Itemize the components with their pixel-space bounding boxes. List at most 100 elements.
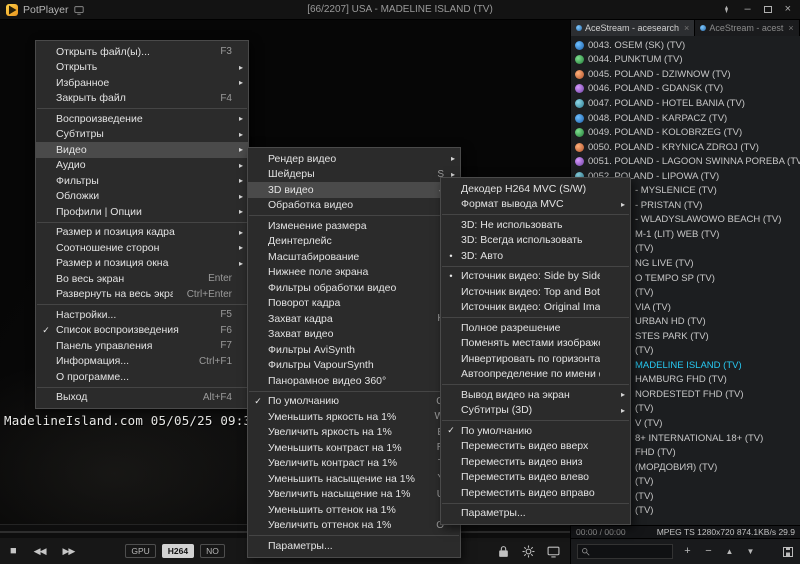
menu-item[interactable]: Фильтры обработки видео▸: [248, 280, 460, 296]
add-item-button[interactable]: +: [681, 546, 694, 557]
menu-item[interactable]: Изменение размера▸: [248, 218, 460, 234]
menu-item[interactable]: 3D: Всегда использовать: [441, 233, 630, 249]
menu-item[interactable]: Субтитры ▸: [36, 127, 248, 143]
move-up-button[interactable]: ▲: [723, 547, 736, 556]
menu-item[interactable]: Автоопределение по имени файла: [441, 367, 630, 383]
menu-item[interactable]: Захват видео▸: [248, 327, 460, 343]
monitor-icon[interactable]: [73, 5, 84, 15]
menu-item[interactable]: О программе...: [36, 369, 248, 385]
menu-item[interactable]: Размер и позиция кадра ▸: [36, 225, 248, 241]
menu-item[interactable]: Переместить видео вниз: [441, 454, 630, 470]
menu-item[interactable]: Фильтры VapourSynth▸: [248, 358, 460, 374]
menu-item[interactable]: Переместить видео вверх: [441, 439, 630, 455]
menu-item[interactable]: Профили | Опции ▸: [36, 204, 248, 220]
titlebar[interactable]: PotPlayer [66/2207] USA - MADELINE ISLAN…: [0, 0, 800, 20]
menu-item[interactable]: Поворот кадра▸: [248, 296, 460, 312]
menu-item[interactable]: • 3D: Авто: [441, 248, 630, 264]
menu-item[interactable]: Нижнее поле экрана▸: [248, 265, 460, 281]
menu-item[interactable]: Панорамное видео 360°▸: [248, 373, 460, 389]
playlist-item[interactable]: 0048. POLAND - KARPACZ (TV): [571, 111, 800, 126]
menu-item[interactable]: Поменять местами изображения: [441, 336, 630, 352]
menu-item[interactable]: Обложки ▸: [36, 189, 248, 205]
menu-item[interactable]: Закрыть файл F4: [36, 91, 248, 107]
submenu-arrow-icon: ▸: [620, 390, 625, 400]
menu-item[interactable]: Фильтры ▸: [36, 173, 248, 189]
remove-item-button[interactable]: −: [702, 546, 715, 557]
menu-item[interactable]: Источник видео: Original Image: [441, 300, 630, 316]
lock-icon[interactable]: [497, 545, 510, 558]
menu-item[interactable]: Увеличить контраст на 1%T: [248, 456, 460, 472]
menu-item[interactable]: Уменьшить оттенок на 1%I: [248, 502, 460, 518]
playlist-item[interactable]: 0051. POLAND - LAGOON SWINNA POREBA (TV): [571, 154, 800, 169]
menu-item[interactable]: Избранное ▸: [36, 75, 248, 91]
menu-item[interactable]: Параметры...: [248, 538, 460, 554]
menu-item[interactable]: Увеличить насыщение на 1%U: [248, 487, 460, 503]
menu-item[interactable]: Видео ▸: [36, 142, 248, 158]
tab-close-icon[interactable]: ×: [684, 23, 689, 33]
menu-item[interactable]: Панель управления F7: [36, 338, 248, 354]
save-playlist-button[interactable]: [782, 546, 794, 558]
menu-item[interactable]: Размер и позиция окна ▸: [36, 256, 248, 272]
menu-item[interactable]: Уменьшить насыщение на 1%Y: [248, 471, 460, 487]
menu-item[interactable]: Аудио ▸: [36, 158, 248, 174]
menu-item[interactable]: Открыть ▸: [36, 60, 248, 76]
menu-item[interactable]: Информация... Ctrl+F1: [36, 354, 248, 370]
menu-item[interactable]: Полное разрешение: [441, 320, 630, 336]
menu-item[interactable]: Захват кадраK▸: [248, 311, 460, 327]
menu-item[interactable]: Фильтры AviSynth▸: [248, 342, 460, 358]
menu-item[interactable]: Масштабирование▸: [248, 249, 460, 265]
playlist-item[interactable]: 0047. POLAND - HOTEL BANIA (TV): [571, 96, 800, 111]
menu-item[interactable]: Увеличить яркость на 1%E: [248, 425, 460, 441]
menu-item[interactable]: Обработка видео▸: [248, 198, 460, 214]
menu-item[interactable]: Развернуть на весь экран Ctrl+Enter: [36, 287, 248, 303]
menu-item[interactable]: Параметры...: [441, 506, 630, 522]
menu-item[interactable]: Шейдеры S ▸: [248, 167, 460, 183]
menu-item[interactable]: Вывод видео на экран ▸: [441, 387, 630, 403]
pin-on-top-icon[interactable]: [722, 5, 731, 14]
playlist-search-input[interactable]: [593, 546, 669, 557]
menu-item[interactable]: Соотношение сторон ▸: [36, 240, 248, 256]
menu-item[interactable]: 3D: Не использовать: [441, 217, 630, 233]
menu-item[interactable]: Во весь экран Enter: [36, 271, 248, 287]
menu-item[interactable]: Переместить видео вправо: [441, 485, 630, 501]
playlist-item[interactable]: 0044. PUNKTUM (TV): [571, 53, 800, 68]
menu-item[interactable]: Рендер видео ▸: [248, 151, 460, 167]
menu-item[interactable]: ✓ По умолчанию: [441, 423, 630, 439]
playlist-item[interactable]: 0045. POLAND - DZIWNOW (TV): [571, 67, 800, 82]
menu-item[interactable]: ✓По умолчаниюQ: [248, 394, 460, 410]
minimize-button[interactable]: –: [744, 4, 750, 15]
tab-close-icon[interactable]: ×: [788, 23, 793, 33]
menu-item[interactable]: Инвертировать по горизонтали: [441, 351, 630, 367]
menu-item[interactable]: ✓ Список воспроизведения F6: [36, 323, 248, 339]
playlist-tab[interactable]: AceStream - acesearch ×: [571, 20, 696, 36]
menu-item[interactable]: Уменьшить яркость на 1%W: [248, 409, 460, 425]
playlist-item[interactable]: 0050. POLAND - KRYNICA ZDROJ (TV): [571, 140, 800, 155]
menu-item[interactable]: Субтитры (3D) ▸: [441, 403, 630, 419]
control-panel-icon[interactable]: [547, 545, 560, 558]
menu-item[interactable]: Источник видео: Top and Bottom: [441, 284, 630, 300]
menu-item[interactable]: Декодер H264 MVC (S/W): [441, 181, 630, 197]
playlist-item[interactable]: 0049. POLAND - KOLOBRZEG (TV): [571, 125, 800, 140]
playlist-item[interactable]: 0043. OSEM (SK) (TV): [571, 38, 800, 53]
maximize-button[interactable]: [763, 6, 772, 13]
menu-item[interactable]: Уменьшить контраст на 1%R: [248, 440, 460, 456]
gear-icon[interactable]: [522, 545, 535, 558]
menu-item[interactable]: • Источник видео: Side by Side: [441, 269, 630, 285]
menu-item[interactable]: Переместить видео влево: [441, 470, 630, 486]
playlist-item[interactable]: 0046. POLAND - GDANSK (TV): [571, 82, 800, 97]
next-button[interactable]: ▶▶: [63, 546, 76, 556]
menu-item[interactable]: Выход Alt+F4: [36, 390, 248, 406]
close-button[interactable]: ×: [785, 4, 791, 15]
move-down-button[interactable]: ▼: [744, 547, 757, 556]
menu-item[interactable]: Воспроизведение ▸: [36, 111, 248, 127]
previous-button[interactable]: ◀◀: [34, 546, 47, 556]
menu-item[interactable]: Увеличить оттенок на 1% O: [248, 518, 460, 534]
menu-item[interactable]: Формат вывода MVC ▸: [441, 197, 630, 213]
playlist-tab[interactable]: AceStream - acest ×: [695, 20, 800, 36]
menu-item[interactable]: Настройки... F5: [36, 307, 248, 323]
menu-item[interactable]: Деинтерлейс▸: [248, 234, 460, 250]
menu-item[interactable]: Открыть файл(ы)... F3: [36, 44, 248, 60]
menu-item[interactable]: 3D видеоJ▸: [248, 182, 460, 198]
stop-button[interactable]: ■: [10, 545, 17, 557]
playlist-search-box[interactable]: [577, 544, 673, 559]
